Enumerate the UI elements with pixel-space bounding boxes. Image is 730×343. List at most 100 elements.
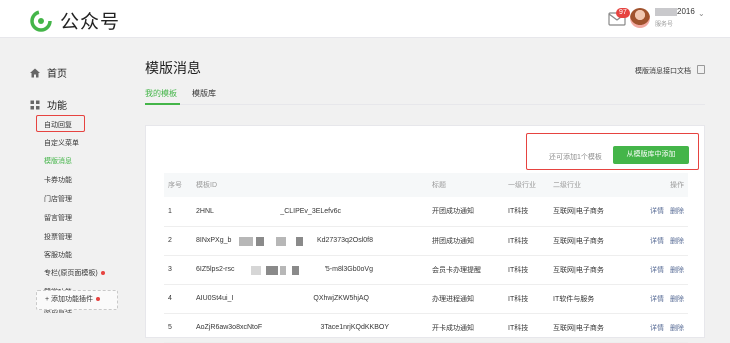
add-from-library-button[interactable]: 从模版库中添加: [613, 146, 689, 164]
cell-actions: 详情 删除: [629, 284, 688, 314]
col-header-industry2: 二级行业: [549, 173, 629, 197]
sidebar-item-column[interactable]: 专栏(原页面模板): [44, 268, 105, 280]
template-panel: 还可添加1个模板 从模版库中添加 序号 模板ID 标题 一级行业 二级行业 操作…: [145, 125, 705, 343]
sidebar-item-customer-service[interactable]: 客服功能: [44, 250, 72, 262]
cell-no: 1: [164, 197, 192, 227]
template-id-start: AoZjR6aw3o8xcNtoF: [196, 324, 263, 331]
cell-template-id: 2HNL _CLIPEv_3ELefv6c: [192, 197, 428, 227]
template-id-start: 2HNL: [196, 207, 214, 215]
tab-my-templates[interactable]: 我的模板: [145, 88, 177, 99]
delete-link[interactable]: 删除: [670, 296, 684, 303]
quota-highlight-box: 还可添加1个模板 从模版库中添加: [526, 133, 699, 170]
template-id-start: 8INxPXg_b: [196, 237, 232, 244]
sidebar-item-template-message[interactable]: 模版消息: [44, 156, 72, 168]
redaction-block: [266, 266, 278, 275]
template-id-end: '5-m8l3Gb0oVg: [324, 266, 373, 273]
table-row: 1 2HNL _CLIPEv_3ELefv6c 开团成功通知 IT科技 互联网|电…: [164, 197, 688, 227]
sidebar-item-home[interactable]: 首页: [30, 65, 67, 80]
cell-actions: 详情 删除: [629, 255, 688, 285]
cell-industry2: 互联网|电子商务: [549, 226, 629, 256]
sidebar-item-custom-menu[interactable]: 自定义菜单: [44, 138, 79, 150]
sidebar: 首页 功能 自动回复 自定义菜单 模版消息 卡券功能 门店管理 留言管理 投票管…: [0, 38, 130, 338]
highlight-outline: [36, 115, 85, 132]
account-type: 服务号: [655, 22, 674, 28]
logo[interactable]: 公众号: [30, 7, 120, 34]
cell-no: 3: [164, 255, 192, 285]
redaction-block: [280, 266, 286, 275]
sidebar-item-card-coupon[interactable]: 卡券功能: [44, 175, 72, 187]
home-icon: [30, 68, 40, 77]
page-title: 模版消息: [145, 60, 201, 76]
col-header-title: 标题: [428, 173, 504, 197]
table-row: 4 AIU0St4ui_I QXhwjZKW5hjAQ 办理进程通知 IT科技 I…: [164, 284, 688, 314]
cell-no: 2: [164, 226, 192, 256]
detail-link[interactable]: 详情: [650, 238, 664, 245]
cell-industry1: IT科技: [504, 197, 549, 227]
template-table: 序号 模板ID 标题 一级行业 二级行业 操作 1 2HNL _CLIPEv_3E…: [164, 173, 688, 343]
tab-template-library[interactable]: 模版库: [192, 88, 216, 99]
cell-no: 4: [164, 284, 192, 314]
grid-icon: [30, 100, 40, 109]
detail-link[interactable]: 详情: [650, 267, 664, 274]
cell-industry2: 互联网|电子商务: [549, 255, 629, 285]
delete-link[interactable]: 删除: [670, 325, 684, 332]
cell-title: 会员卡办理提醒: [428, 255, 504, 285]
table-header-row: 序号 模板ID 标题 一级行业 二级行业 操作: [164, 173, 688, 197]
template-id-end: _CLIPEv_3ELefv6c: [280, 207, 341, 215]
wechat-official-accounts-logo-icon: [30, 9, 52, 32]
delete-link[interactable]: 删除: [670, 238, 684, 245]
account-name-redacted: [655, 8, 677, 16]
redaction-block: [292, 266, 299, 275]
document-icon[interactable]: [697, 65, 705, 74]
detail-link[interactable]: 详情: [650, 296, 664, 303]
top-bar: 公众号 97 2016 服务号 ⌄: [0, 0, 730, 38]
detail-link[interactable]: 详情: [650, 325, 664, 332]
col-header-action: 操作: [629, 173, 688, 197]
cell-template-id: AIU0St4ui_I QXhwjZKW5hjAQ: [192, 284, 428, 314]
message-badge: 97: [616, 8, 630, 18]
add-plugin-label: + 添加功能插件: [45, 296, 94, 303]
add-plugin-button[interactable]: + 添加功能插件: [36, 290, 118, 310]
tab-bar: 我的模板 模版库: [145, 87, 705, 105]
sidebar-home-label: 首页: [47, 69, 67, 80]
cell-template-id: 6IZ5lps2-rsc '5-m8l3Gb0oVg: [192, 255, 428, 285]
cell-template-id: 8INxPXg_b Kd27373q2Osl0f8: [192, 226, 428, 256]
col-header-no: 序号: [164, 173, 192, 197]
template-id-end: 3Tace1nrjKQdKKBOY: [320, 324, 389, 331]
new-dot: [96, 297, 101, 302]
template-id-start: 6IZ5lps2-rsc: [196, 266, 235, 273]
app-title: 公众号: [60, 12, 121, 33]
redaction-block: [251, 266, 261, 275]
account-name: 2016: [677, 7, 695, 16]
cell-actions: 详情 删除: [629, 226, 688, 256]
sidebar-item-comments[interactable]: 留言管理: [44, 213, 72, 225]
template-id-start: AIU0St4ui_I: [196, 295, 234, 302]
delete-link[interactable]: 删除: [670, 267, 684, 274]
template-api-doc-link[interactable]: 模版消息接口文档: [635, 66, 691, 76]
sidebar-item-votes[interactable]: 投票管理: [44, 232, 72, 244]
redaction-block: [239, 237, 253, 246]
cell-industry2: IT软件与服务: [549, 284, 629, 314]
cell-actions: 详情 删除: [629, 197, 688, 227]
sidebar-features-label: 功能: [47, 101, 67, 112]
col-header-id: 模板ID: [192, 173, 428, 197]
redaction-block: [296, 237, 303, 246]
cell-industry1: IT科技: [504, 284, 549, 314]
template-id-end: QXhwjZKW5hjAQ: [313, 295, 369, 302]
active-tab-indicator: [145, 103, 180, 105]
new-dot: [100, 271, 105, 276]
cell-title: 开团成功通知: [428, 197, 504, 227]
avatar[interactable]: [630, 8, 650, 28]
quota-text: 还可添加1个模板: [549, 154, 602, 161]
cell-industry2: 互联网|电子商务: [549, 197, 629, 227]
table-row: 3 6IZ5lps2-rsc '5-m8l3Gb0oVg 会员卡办理提醒 IT科…: [164, 255, 688, 285]
detail-link[interactable]: 详情: [650, 208, 664, 215]
delete-link[interactable]: 删除: [670, 208, 684, 215]
sidebar-item-column-label: 专栏(原页面模板): [44, 270, 98, 277]
sidebar-item-store[interactable]: 门店管理: [44, 194, 72, 206]
table-row: 2 8INxPXg_b Kd27373q2Osl0f8 拼团成功通知 IT科技 …: [164, 226, 688, 256]
template-id-end: Kd27373q2Osl0f8: [316, 237, 373, 244]
cell-title: 办理进程通知: [428, 284, 504, 314]
chevron-down-icon[interactable]: ⌄: [698, 9, 705, 18]
sidebar-section-features: 功能: [30, 97, 67, 112]
